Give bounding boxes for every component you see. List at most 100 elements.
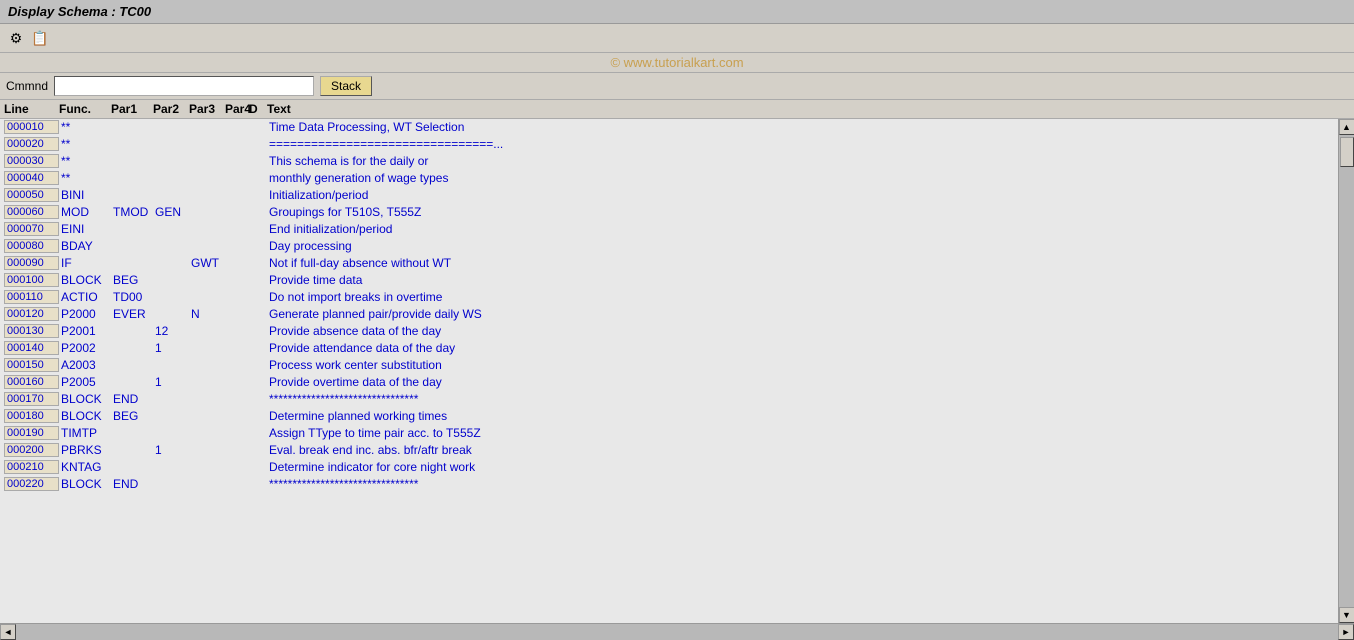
- cell-line: 000180: [4, 409, 59, 423]
- cell-text: Generate planned pair/provide daily WS: [269, 307, 1338, 321]
- cell-par1: TD00: [113, 290, 155, 304]
- table-row[interactable]: 000120 P2000 EVER N Generate planned pai…: [0, 306, 1338, 323]
- col-header-par3: Par3: [189, 102, 225, 116]
- cell-func: A2003: [61, 358, 113, 372]
- watermark-bar: © www.tutorialkart.com: [0, 53, 1354, 73]
- cell-par1: BEG: [113, 273, 155, 287]
- cell-text: End initialization/period: [269, 222, 1338, 236]
- cell-func: BLOCK: [61, 392, 113, 406]
- cell-text: ================================...: [269, 137, 1338, 151]
- cell-func: **: [61, 137, 113, 151]
- table-row[interactable]: 000050 BINI Initialization/period: [0, 187, 1338, 204]
- cell-text: Do not import breaks in overtime: [269, 290, 1338, 304]
- cell-func: BINI: [61, 188, 113, 202]
- table-row[interactable]: 000130 P2001 12 Provide absence data of …: [0, 323, 1338, 340]
- scroll-track: [1339, 135, 1354, 607]
- cell-text: Not if full-day absence without WT: [269, 256, 1338, 270]
- table-row[interactable]: 000190 TIMTP Assign TType to time pair a…: [0, 425, 1338, 442]
- cell-par1: END: [113, 392, 155, 406]
- cell-func: P2005: [61, 375, 113, 389]
- cell-func: **: [61, 154, 113, 168]
- command-label: Cmmnd: [6, 79, 48, 93]
- stack-button[interactable]: Stack: [320, 76, 372, 96]
- cell-func: ACTIO: [61, 290, 113, 304]
- toolbar-icon2[interactable]: 📋: [30, 28, 50, 48]
- cell-line: 000060: [4, 205, 59, 219]
- cell-text: Determine indicator for core night work: [269, 460, 1338, 474]
- cell-func: P2001: [61, 324, 113, 338]
- table-row[interactable]: 000060 MOD TMOD GEN Groupings for T510S,…: [0, 204, 1338, 221]
- col-headers: Line Func. Par1 Par2 Par3 Par4 D Text: [0, 100, 1354, 119]
- command-bar: Cmmnd Stack: [0, 73, 1354, 100]
- cell-line: 000020: [4, 137, 59, 151]
- table-row[interactable]: 000090 IF GWT Not if full-day absence wi…: [0, 255, 1338, 272]
- toolbar-icon1[interactable]: ⚙: [6, 28, 26, 48]
- scroll-thumb[interactable]: [1340, 137, 1354, 167]
- cell-line: 000210: [4, 460, 59, 474]
- cell-func: PBRKS: [61, 443, 113, 457]
- bottom-scrollbar: ◄ ►: [0, 623, 1354, 639]
- table-row[interactable]: 000180 BLOCK BEG Determine planned worki…: [0, 408, 1338, 425]
- table-row[interactable]: 000070 EINI End initialization/period: [0, 221, 1338, 238]
- command-input[interactable]: [54, 76, 314, 96]
- scroll-up-arrow[interactable]: ▲: [1339, 119, 1354, 135]
- cell-text: This schema is for the daily or: [269, 154, 1338, 168]
- table-row[interactable]: 000140 P2002 1 Provide attendance data o…: [0, 340, 1338, 357]
- cell-par2: 12: [155, 324, 191, 338]
- scroll-right-arrow[interactable]: ►: [1338, 624, 1354, 640]
- cell-line: 000110: [4, 290, 59, 304]
- col-header-d: D: [249, 102, 267, 116]
- scroll-down-arrow[interactable]: ▼: [1339, 607, 1354, 623]
- cell-par2: GEN: [155, 205, 191, 219]
- title-bar: Display Schema : TC00: [0, 0, 1354, 24]
- cell-line: 000150: [4, 358, 59, 372]
- col-header-text: Text: [267, 102, 1354, 116]
- table-row[interactable]: 000040 ** monthly generation of wage typ…: [0, 170, 1338, 187]
- cell-func: IF: [61, 256, 113, 270]
- scrollbar-vertical[interactable]: ▲ ▼: [1338, 119, 1354, 623]
- cell-line: 000220: [4, 477, 59, 491]
- table-row[interactable]: 000150 A2003 Process work center substit…: [0, 357, 1338, 374]
- table-row[interactable]: 000210 KNTAG Determine indicator for cor…: [0, 459, 1338, 476]
- cell-line: 000120: [4, 307, 59, 321]
- cell-line: 000090: [4, 256, 59, 270]
- cell-line: 000200: [4, 443, 59, 457]
- cell-func: TIMTP: [61, 426, 113, 440]
- cell-line: 000130: [4, 324, 59, 338]
- table-row[interactable]: 000200 PBRKS 1 Eval. break end inc. abs.…: [0, 442, 1338, 459]
- rows-container: 000010 ** Time Data Processing, WT Selec…: [0, 119, 1354, 623]
- table-row[interactable]: 000100 BLOCK BEG Provide time data: [0, 272, 1338, 289]
- cell-line: 000010: [4, 120, 59, 134]
- cell-func: BLOCK: [61, 409, 113, 423]
- cell-line: 000080: [4, 239, 59, 253]
- cell-func: KNTAG: [61, 460, 113, 474]
- cell-text: ********************************: [269, 392, 1338, 406]
- cell-par1: BEG: [113, 409, 155, 423]
- table-row[interactable]: 000160 P2005 1 Provide overtime data of …: [0, 374, 1338, 391]
- col-header-par4: Par4: [225, 102, 249, 116]
- cell-line: 000140: [4, 341, 59, 355]
- cell-text: monthly generation of wage types: [269, 171, 1338, 185]
- table-row[interactable]: 000170 BLOCK END ***********************…: [0, 391, 1338, 408]
- content-wrapper: Line Func. Par1 Par2 Par3 Par4 D Text 00…: [0, 100, 1354, 639]
- table-row[interactable]: 000110 ACTIO TD00 Do not import breaks i…: [0, 289, 1338, 306]
- table-row[interactable]: 000220 BLOCK END ***********************…: [0, 476, 1338, 493]
- cell-line: 000040: [4, 171, 59, 185]
- cell-text: Day processing: [269, 239, 1338, 253]
- cell-line: 000170: [4, 392, 59, 406]
- table-row[interactable]: 000020 ** ==============================…: [0, 136, 1338, 153]
- table-row[interactable]: 000010 ** Time Data Processing, WT Selec…: [0, 119, 1338, 136]
- cell-text: Process work center substitution: [269, 358, 1338, 372]
- cell-text: ********************************: [269, 477, 1338, 491]
- table-row[interactable]: 000030 ** This schema is for the daily o…: [0, 153, 1338, 170]
- cell-text: Provide absence data of the day: [269, 324, 1338, 338]
- table-row[interactable]: 000080 BDAY Day processing: [0, 238, 1338, 255]
- cell-line: 000030: [4, 154, 59, 168]
- cell-par2: 1: [155, 375, 191, 389]
- cell-func: EINI: [61, 222, 113, 236]
- cell-text: Groupings for T510S, T555Z: [269, 205, 1338, 219]
- cell-par2: 1: [155, 443, 191, 457]
- cell-text: Assign TType to time pair acc. to T555Z: [269, 426, 1338, 440]
- cell-func: BDAY: [61, 239, 113, 253]
- scroll-left-arrow[interactable]: ◄: [0, 624, 16, 640]
